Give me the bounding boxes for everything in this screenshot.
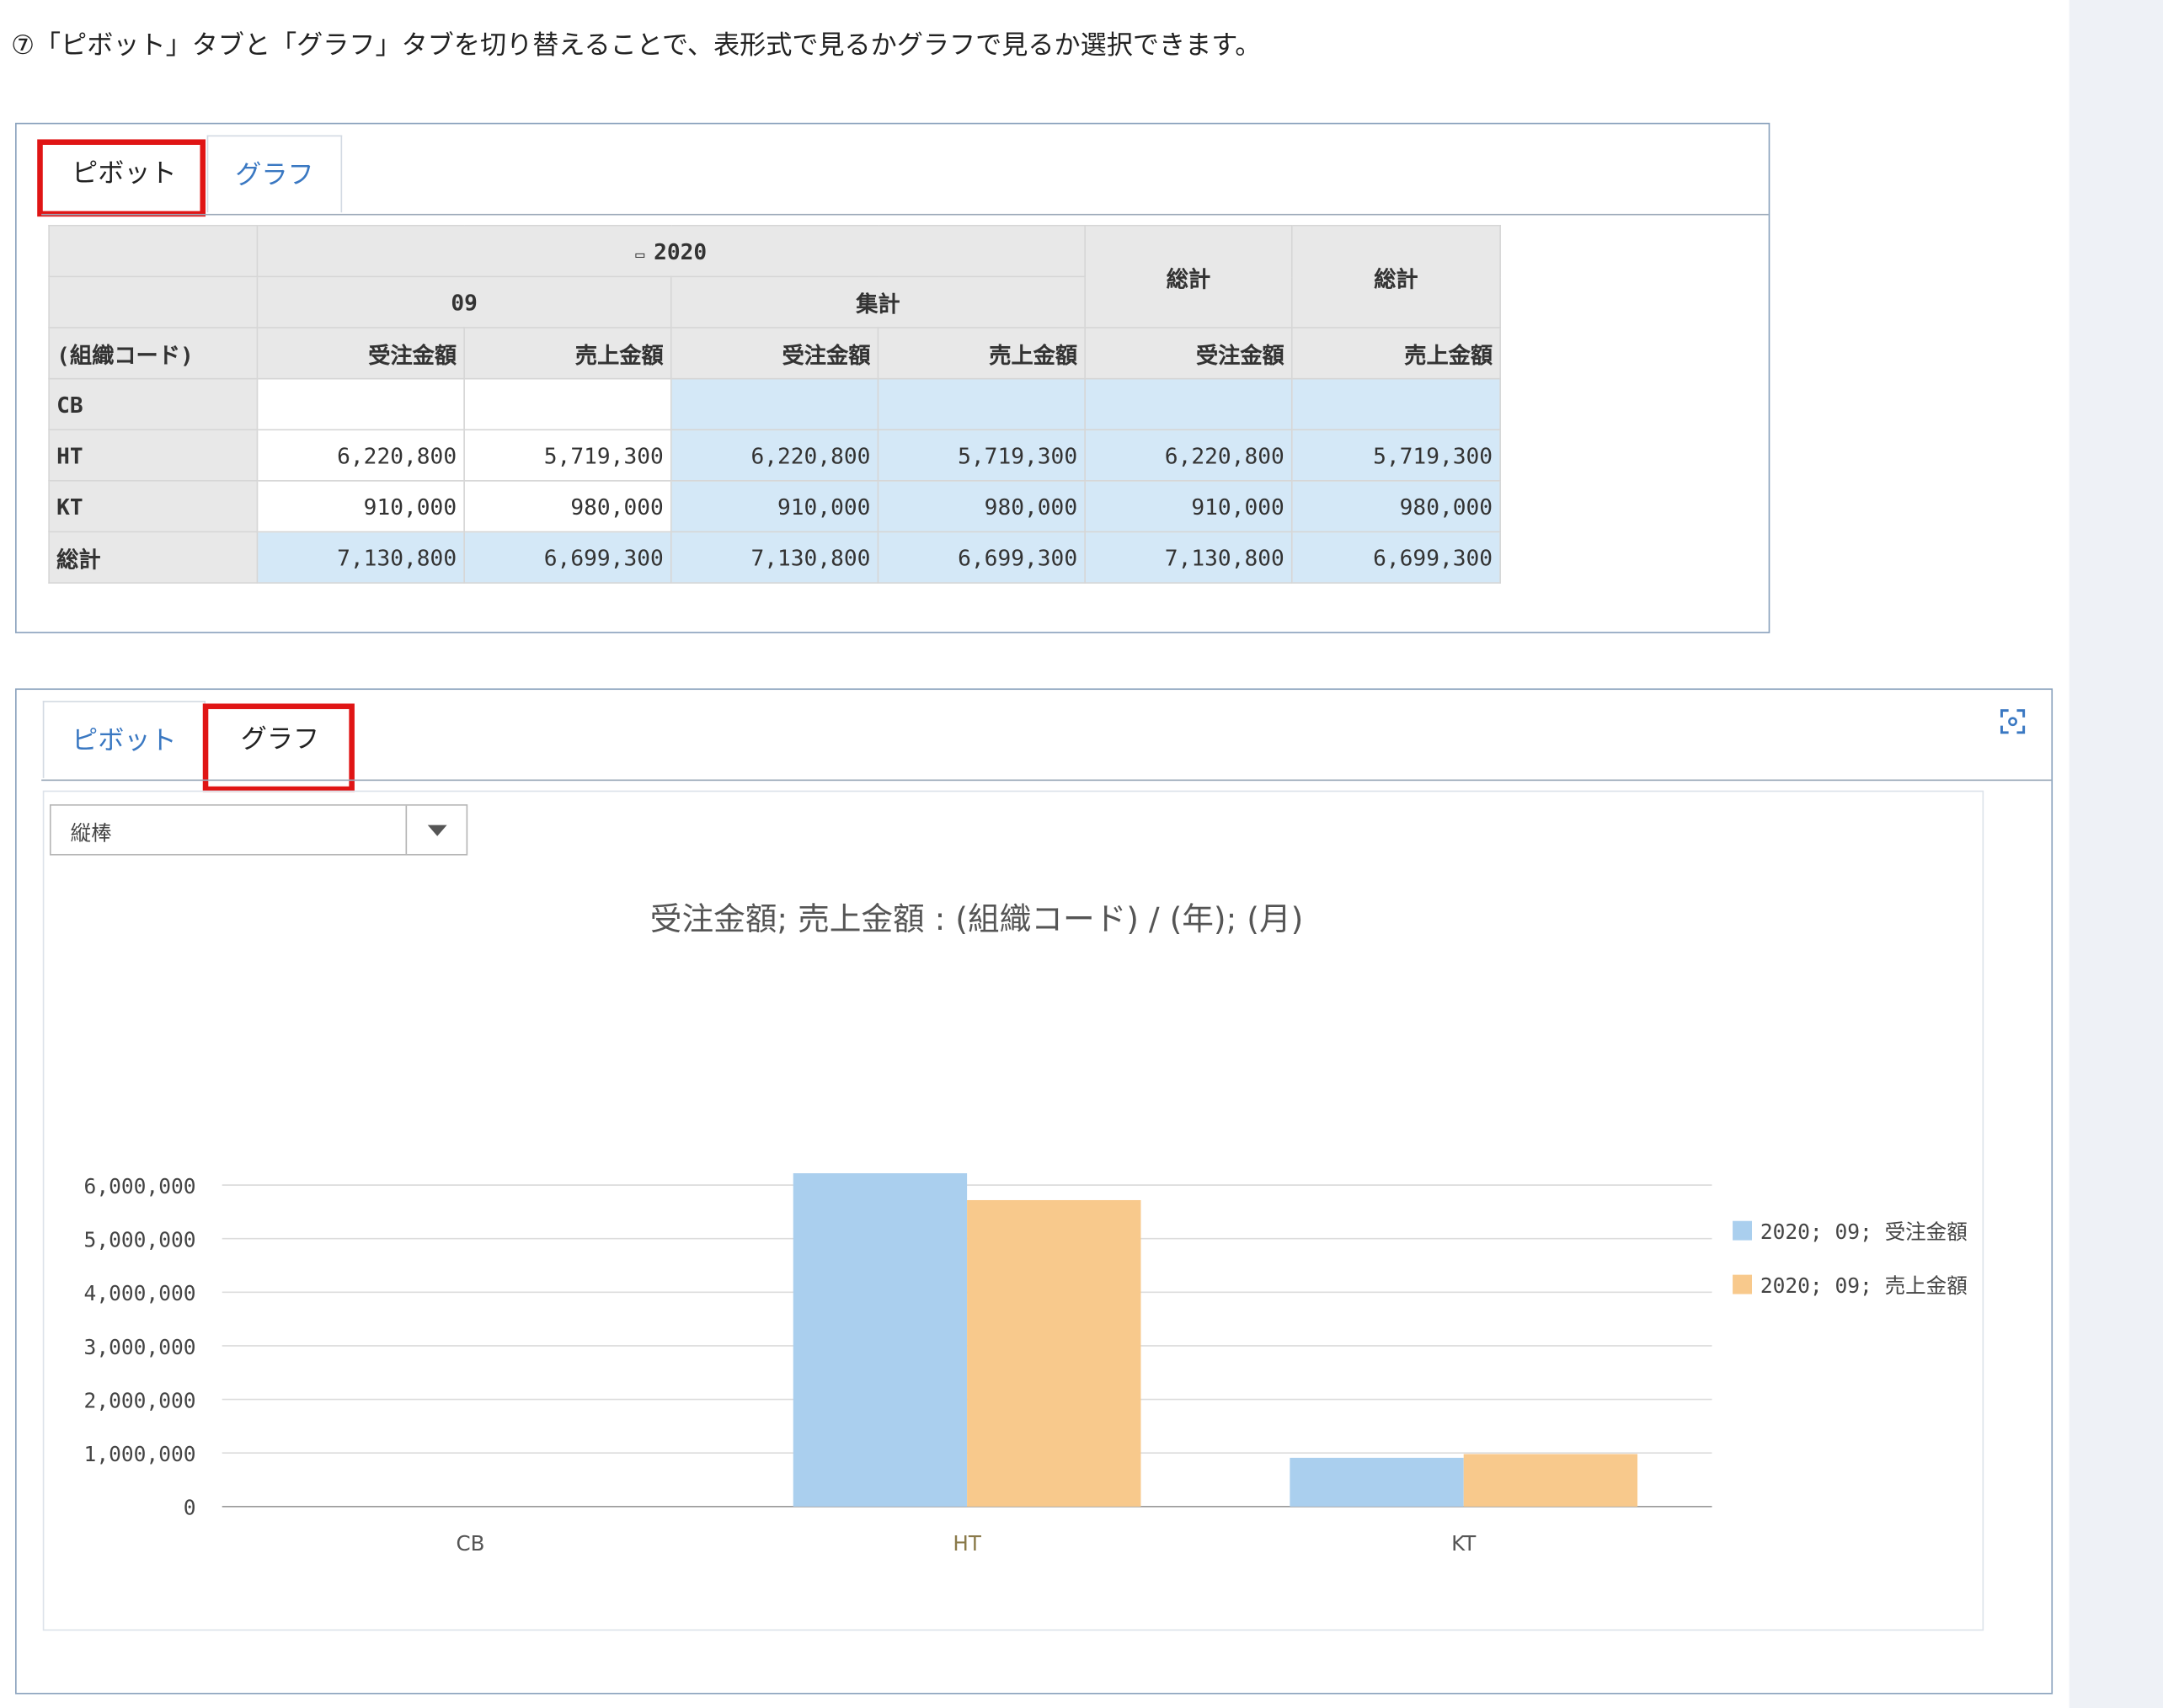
chart-bar <box>1463 1454 1638 1507</box>
chart-title: 受注金額; 売上金額 : (組織コード) / (年); (月) <box>650 900 1303 937</box>
table-row: 総計 7,130,800 6,699,300 7,130,800 6,699,3… <box>48 531 1501 584</box>
chart-bar <box>967 1199 1141 1507</box>
table-row: CB <box>48 377 1501 431</box>
instruction-text: ⑦「ピボット」タブと「グラフ」タブを切り替えることで、表形式で見るかグラフで見る… <box>11 30 1262 61</box>
chevron-down-icon[interactable] <box>405 805 467 854</box>
data-cell <box>463 377 672 431</box>
row-field-header: (組織コード) <box>48 327 259 380</box>
tab-graph[interactable]: グラフ <box>206 135 343 213</box>
legend-label: 2020; 09; 売上金額 <box>1760 1273 1968 1298</box>
subtotal-header: 集計 <box>670 275 1086 328</box>
data-cell: 6,699,300 <box>877 531 1086 584</box>
y-tick-label: 0 <box>184 1496 196 1520</box>
y-tick-label: 5,000,000 <box>84 1228 196 1252</box>
y-tick-label: 2,000,000 <box>84 1388 196 1412</box>
data-cell: 6,699,300 <box>463 531 672 584</box>
tab-pivot[interactable]: ピボット <box>42 135 206 213</box>
tab-pivot[interactable]: ピボット <box>42 701 206 778</box>
data-cell: 980,000 <box>877 480 1086 533</box>
data-cell: 7,130,800 <box>1084 531 1293 584</box>
tab-divider <box>41 779 2052 782</box>
pivot-panel: ピボット グラフ ▭ 2020 総計 総計 09 集計 (組織コード) 受注金額… <box>15 122 1770 633</box>
data-cell <box>1290 377 1501 431</box>
corner-cell <box>48 225 259 278</box>
tab-divider <box>41 213 1769 216</box>
chart-type-select[interactable]: 縦棒 <box>49 804 468 856</box>
data-cell <box>256 377 465 431</box>
data-cell <box>670 377 879 431</box>
x-tick-label: CB <box>456 1531 484 1556</box>
col-header: 受注金額 <box>670 327 879 380</box>
col-header: 売上金額 <box>1290 327 1501 380</box>
data-cell: 7,130,800 <box>256 531 465 584</box>
data-cell: 5,719,300 <box>463 429 672 482</box>
col-header: 売上金額 <box>463 327 672 380</box>
legend-label: 2020; 09; 受注金額 <box>1760 1220 1968 1244</box>
row-label: CB <box>48 377 259 431</box>
data-cell: 910,000 <box>670 480 879 533</box>
data-cell: 910,000 <box>1084 480 1293 533</box>
y-tick-label: 6,000,000 <box>84 1174 196 1198</box>
y-tick-label: 3,000,000 <box>84 1335 196 1359</box>
data-cell <box>877 377 1086 431</box>
bar-chart: 受注金額; 売上金額 : (組織コード) / (年); (月) 0 1,000,00… <box>84 900 1968 1556</box>
data-cell <box>1084 377 1293 431</box>
data-cell: 6,220,800 <box>1084 429 1293 482</box>
table-row: KT 910,000 980,000 910,000 980,000 910,0… <box>48 480 1501 533</box>
data-cell: 6,699,300 <box>1290 531 1501 584</box>
row-label: 総計 <box>48 531 259 584</box>
col-header: 受注金額 <box>1084 327 1293 380</box>
chart-panel: ピボット グラフ 縦棒 受注金額; 売上金額 : (組織コード) / (年); … <box>15 688 2054 1695</box>
collapse-icon[interactable]: ▭ <box>635 245 654 263</box>
row-label: HT <box>48 429 259 482</box>
x-tick-label: HT <box>953 1531 981 1556</box>
data-cell: 7,130,800 <box>670 531 879 584</box>
legend-swatch <box>1733 1274 1753 1294</box>
y-tick-label: 1,000,000 <box>84 1442 196 1466</box>
corner-cell <box>48 275 259 328</box>
data-cell: 6,220,800 <box>256 429 465 482</box>
table-row: HT 6,220,800 5,719,300 6,220,800 5,719,3… <box>48 429 1501 482</box>
chart-type-value: 縦棒 <box>70 820 112 846</box>
legend-swatch <box>1733 1220 1753 1241</box>
pivot-table: ▭ 2020 総計 総計 09 集計 (組織コード) 受注金額 売上金額 受注金… <box>48 225 1501 584</box>
row-label: KT <box>48 480 259 533</box>
month-header: 09 <box>256 275 672 328</box>
year-header[interactable]: ▭ 2020 <box>256 225 1086 278</box>
expand-icon[interactable] <box>1999 707 2027 735</box>
data-cell: 6,220,800 <box>670 429 879 482</box>
data-cell: 5,719,300 <box>1290 429 1501 482</box>
data-cell: 5,719,300 <box>877 429 1086 482</box>
col-header: 売上金額 <box>877 327 1086 380</box>
data-cell: 910,000 <box>256 480 465 533</box>
total-header-1: 総計 <box>1084 225 1293 328</box>
data-cell: 980,000 <box>463 480 672 533</box>
col-header: 受注金額 <box>256 327 465 380</box>
total-header-2: 総計 <box>1290 225 1501 328</box>
y-tick-label: 4,000,000 <box>84 1281 196 1305</box>
chart-bar <box>1290 1457 1464 1507</box>
tab-graph[interactable]: グラフ <box>206 701 354 778</box>
page-side-strip <box>2069 0 2163 1708</box>
x-tick-label: KT <box>1451 1531 1477 1556</box>
page: ⑦「ピボット」タブと「グラフ」タブを切り替えることで、表形式で見るかグラフで見る… <box>0 0 2163 1708</box>
data-cell: 980,000 <box>1290 480 1501 533</box>
chart-bar <box>793 1173 968 1507</box>
